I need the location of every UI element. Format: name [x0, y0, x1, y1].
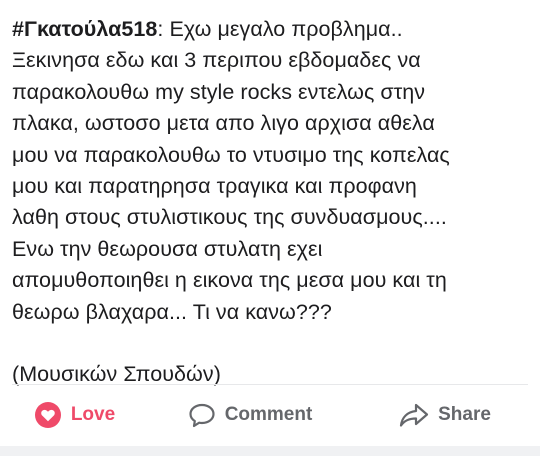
post-text-line: Ενω την θεωρουσα στυλατη εχει [12, 236, 323, 261]
post-text-line: απομυθοποιηθει η εικονα της μεσα μου και… [12, 268, 447, 293]
share-arrow-icon [399, 402, 429, 428]
heart-icon [34, 402, 61, 428]
post-text-line: πλακα, ωστοσο μετα απο λιγο αρχισα αθελα [12, 111, 435, 136]
post-text-line: θεωρω βλαχαρα... Τι να κανω??? [12, 299, 332, 324]
feed-separator [0, 446, 540, 456]
love-label: Love [70, 404, 116, 425]
post-author-hashtag[interactable]: #Γκατούλα518 [12, 17, 157, 41]
post-body: #Γκατούλα518: Εχω μεγαλο προβλημα.. Ξεκι… [12, 14, 534, 390]
post-text-line: Ξεκινησα εδω και 3 περιπου εβδομαδες να [12, 48, 421, 73]
post-text-line: λαθη στους στυλιστικους της συνδυασμους.… [12, 205, 447, 230]
post-signature: (Μουσικών Σπουδών) [12, 362, 221, 387]
comment-button[interactable]: Comment [150, 393, 350, 437]
post-action-bar: Love Comment Share [0, 390, 540, 440]
post-text-line: μου και παρατηρησα τραγικα και προφανη [12, 174, 417, 199]
post-text-line: : Εχω μεγαλο προβλημα.. [157, 17, 403, 41]
post-text-line: μου να παρακολουθω το ντυσιμο της κοπελα… [12, 142, 450, 167]
love-button[interactable]: Love [0, 393, 150, 437]
actions-divider [12, 384, 528, 385]
post-card: #Γκατούλα518: Εχω μεγαλο προβλημα.. Ξεκι… [0, 0, 540, 456]
comment-icon [188, 402, 216, 429]
share-button[interactable]: Share [350, 393, 540, 437]
post-text-line: παρακολουθω my style rocks εντελως στην [12, 79, 426, 104]
comment-label: Comment [224, 404, 313, 425]
post-first-line: #Γκατούλα518: Εχω μεγαλο προβλημα.. [12, 14, 534, 45]
share-label: Share [438, 404, 491, 425]
